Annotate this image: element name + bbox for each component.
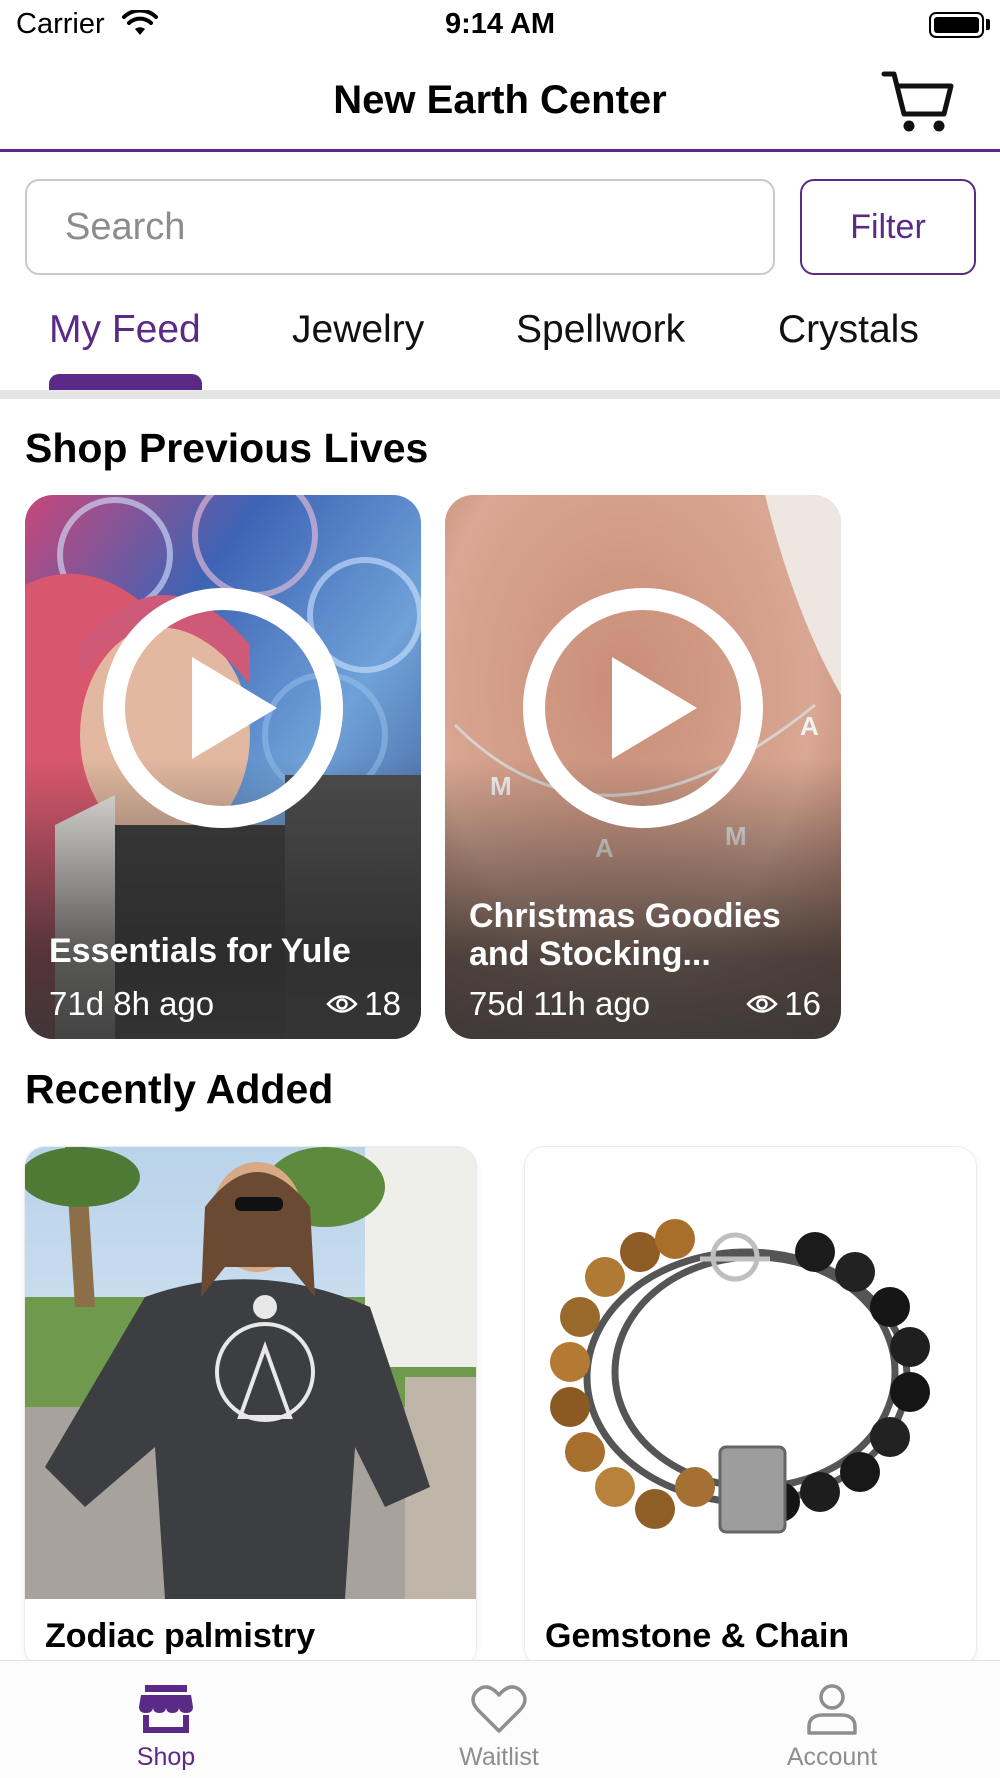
page-title: New Earth Center: [333, 78, 667, 122]
eye-icon: [326, 995, 358, 1013]
product-card[interactable]: Zodiac palmistry: [25, 1147, 476, 1667]
battery-tip: [986, 19, 990, 30]
live-title: Christmas Goodies and Stocking...: [469, 897, 781, 973]
product-name: Zodiac palmistry: [45, 1617, 316, 1655]
live-title: Essentials for Yule: [49, 932, 351, 970]
tabbar-waitlist[interactable]: Waitlist: [399, 1683, 599, 1772]
tab-jewelry[interactable]: Jewelry: [292, 308, 424, 352]
play-icon[interactable]: [102, 587, 344, 829]
filter-button[interactable]: Filter: [800, 179, 976, 275]
product-name: Gemstone & Chain: [545, 1617, 850, 1655]
recently-added-heading: Recently Added: [25, 1066, 334, 1112]
live-card[interactable]: Essentials for Yule 71d 8h ago 18: [25, 495, 421, 1039]
tab-spellwork[interactable]: Spellwork: [516, 308, 685, 352]
live-card[interactable]: M A M A Christmas Goodies and Stocking..…: [445, 495, 841, 1039]
tab-my-feed[interactable]: My Feed: [49, 308, 201, 352]
nav-bar: New Earth Center: [0, 52, 1000, 152]
view-count: 18: [364, 985, 401, 1022]
tabs-divider: [0, 390, 1000, 399]
live-views: 16: [746, 985, 821, 1023]
heart-icon: [471, 1685, 527, 1733]
live-time: 75d 11h ago: [469, 985, 651, 1022]
tabbar-shop[interactable]: Shop: [66, 1683, 266, 1772]
view-count: 16: [784, 985, 821, 1022]
battery-icon: [929, 12, 984, 38]
category-tabs: My Feed Jewelry Spellwork Crystals: [0, 300, 1000, 392]
bottom-tab-bar: Shop Waitlist Account: [0, 1660, 1000, 1778]
live-time: 71d 8h ago: [49, 985, 215, 1022]
status-bar: Carrier 9:14 AM: [0, 0, 1000, 50]
eye-icon: [746, 995, 778, 1013]
tabbar-label: Account: [786, 1743, 878, 1771]
play-icon[interactable]: [522, 587, 764, 829]
product-image: [525, 1147, 976, 1599]
cart-icon[interactable]: [880, 68, 956, 136]
live-views: 18: [326, 985, 401, 1023]
tabbar-label: Shop: [136, 1743, 196, 1771]
status-time: 9:14 AM: [444, 8, 556, 40]
search-input[interactable]: [25, 179, 775, 275]
tab-crystals[interactable]: Crystals: [778, 308, 919, 352]
product-card[interactable]: Gemstone & Chain: [525, 1147, 976, 1667]
store-icon: [139, 1685, 193, 1733]
svg-text:A: A: [800, 711, 819, 741]
tabbar-label: Waitlist: [459, 1743, 539, 1771]
previous-lives-heading: Shop Previous Lives: [25, 425, 429, 471]
person-icon: [807, 1684, 857, 1735]
tabbar-account[interactable]: Account: [732, 1683, 932, 1772]
product-image: [25, 1147, 476, 1599]
